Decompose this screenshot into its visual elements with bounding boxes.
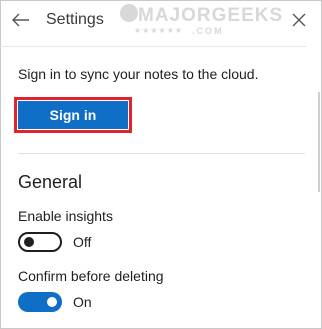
sync-message: Sign in to sync your notes to the cloud. <box>18 66 259 82</box>
enable-insights-label: Enable insights <box>18 208 113 224</box>
toggle-knob <box>24 237 34 247</box>
title-bar: Settings MAJORGEEKS ★★★★★★ .COM <box>0 0 320 40</box>
watermark-domain: .COM <box>192 26 224 36</box>
enable-insights-toggle[interactable] <box>18 232 62 252</box>
confirm-delete-label: Confirm before deleting <box>18 268 164 284</box>
section-divider <box>18 153 305 154</box>
close-button[interactable] <box>288 9 310 31</box>
header-divider <box>0 46 306 47</box>
arrow-left-icon <box>12 13 29 27</box>
general-heading: General <box>18 172 83 192</box>
signin-button[interactable]: Sign in <box>18 101 128 129</box>
watermark-brand: MAJORGEEKS <box>138 5 284 26</box>
watermark-stars: ★★★★★★ <box>134 26 184 35</box>
enable-insights-state: Off <box>73 234 92 250</box>
scrollbar-thumb[interactable] <box>318 92 320 192</box>
page-title: Settings <box>46 11 104 28</box>
watermark-logo-icon <box>120 4 138 22</box>
majorgeeks-watermark: MAJORGEEKS ★★★★★★ .COM <box>120 2 282 36</box>
close-icon <box>292 13 306 27</box>
scrollbar[interactable] <box>316 46 322 316</box>
toggle-knob <box>47 297 57 307</box>
confirm-delete-toggle[interactable] <box>18 292 62 312</box>
back-button[interactable] <box>10 9 32 31</box>
confirm-delete-state: On <box>73 294 92 310</box>
